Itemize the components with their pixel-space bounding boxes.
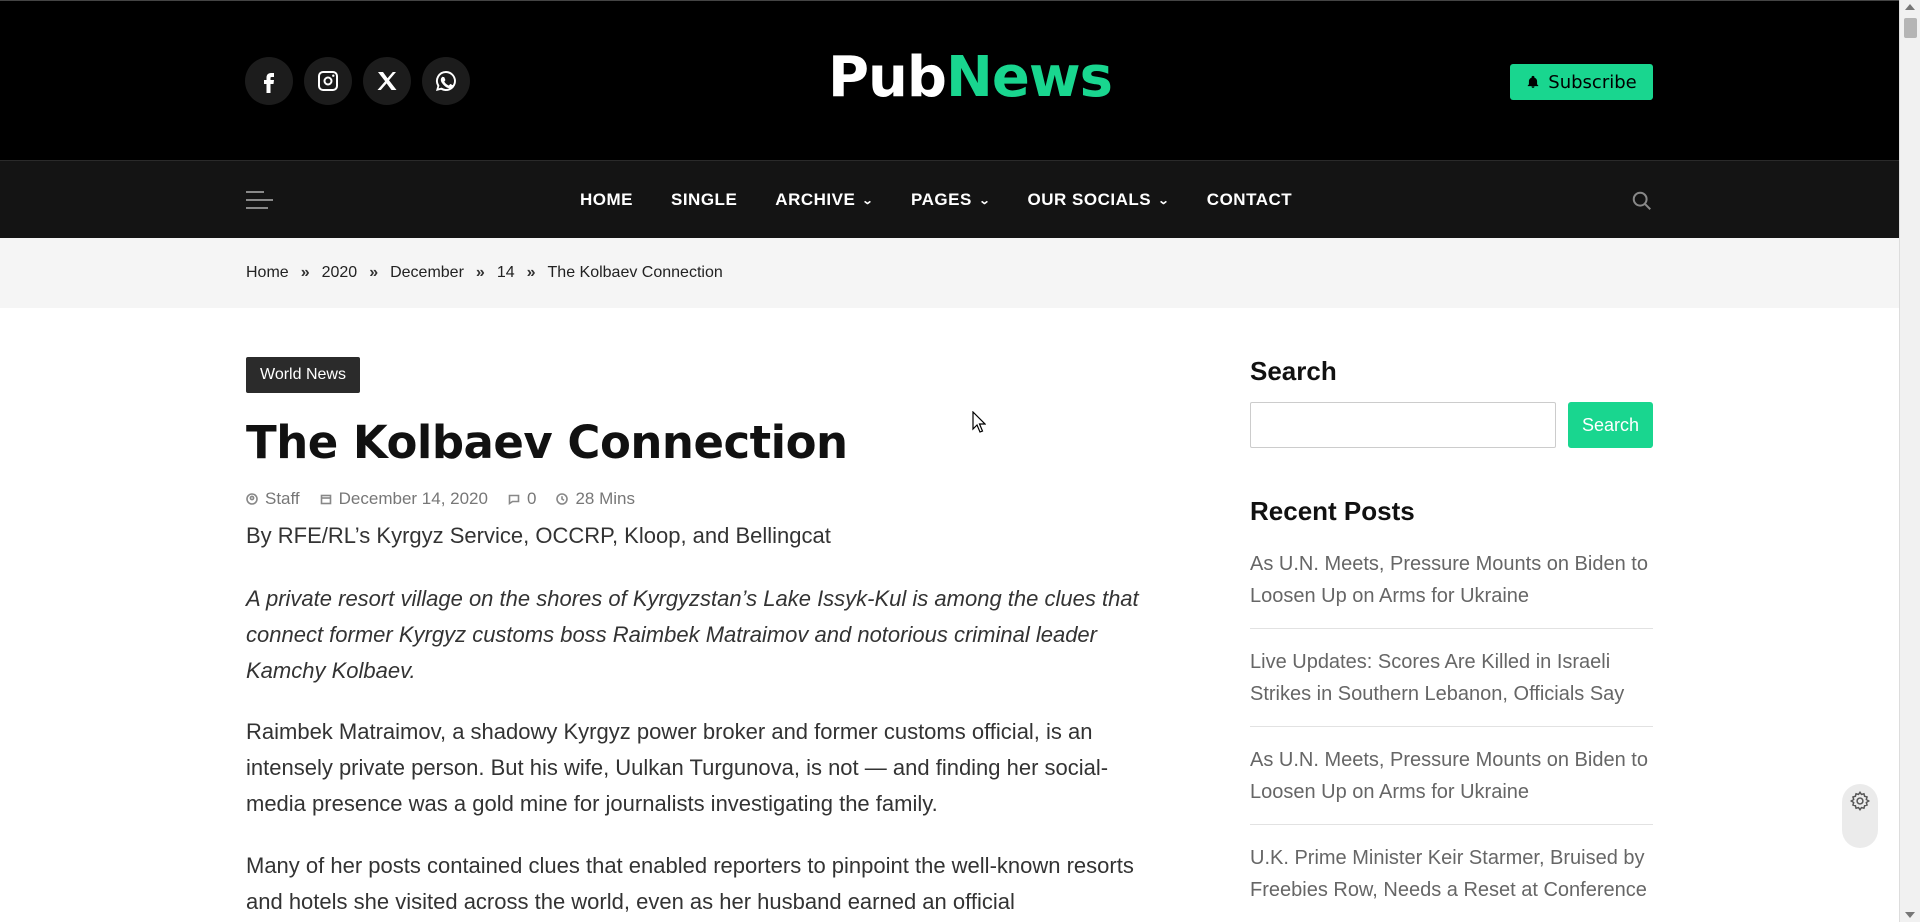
- scroll-down-arrow-icon[interactable]: [1905, 912, 1915, 918]
- instagram-icon[interactable]: [304, 57, 352, 105]
- article-lead: A private resort village on the shores o…: [246, 586, 1139, 683]
- chevron-down-icon: ⌄: [861, 194, 875, 207]
- nav-item-label: OUR SOCIALS: [1027, 190, 1152, 209]
- double-chevron-right-icon: »: [475, 264, 485, 281]
- breadcrumb-link-year[interactable]: 2020: [322, 264, 358, 282]
- recent-post-link[interactable]: As U.N. Meets, Pressure Mounts on Biden …: [1250, 744, 1653, 825]
- whatsapp-icon[interactable]: [422, 57, 470, 105]
- scroll-up-arrow-icon[interactable]: [1905, 4, 1915, 10]
- nav-item-archive[interactable]: ARCHIVE ⌄: [775, 190, 875, 210]
- nav-item-label: ARCHIVE: [775, 190, 856, 209]
- mouse-cursor-icon: [972, 411, 986, 433]
- article-title: The Kolbaev Connection: [246, 416, 848, 469]
- double-chevron-right-icon: »: [369, 264, 379, 281]
- breadcrumb-link-home[interactable]: Home: [246, 264, 289, 282]
- chevron-down-icon: ⌄: [1157, 194, 1171, 207]
- main-navigation: HOME SINGLE ARCHIVE ⌄ PAGES ⌄ OUR SOCIALS ⌄…: [0, 160, 1899, 238]
- breadcrumb-link-day[interactable]: 14: [497, 264, 515, 282]
- breadcrumb: Home » 2020 » December » 14 » The Kolbae…: [0, 238, 1899, 308]
- article-byline: By RFE/RL’s Kyrgyz Service, OCCRP, Kloop…: [246, 523, 831, 548]
- read-time: 28 Mins: [575, 489, 635, 508]
- facebook-icon[interactable]: [245, 57, 293, 105]
- logo-text-pub: Pub: [828, 45, 947, 110]
- nav-menu: HOME SINGLE ARCHIVE ⌄ PAGES ⌄ OUR SOCIALS ⌄…: [580, 161, 1292, 239]
- subscribe-label: Subscribe: [1548, 71, 1637, 93]
- recent-post-link[interactable]: Live Updates: Scores Are Killed in Israe…: [1250, 646, 1653, 727]
- recent-post-link[interactable]: As U.N. Meets, Pressure Mounts on Biden …: [1250, 548, 1653, 629]
- double-chevron-right-icon: »: [526, 264, 536, 281]
- x-icon[interactable]: [363, 57, 411, 105]
- nav-item-contact[interactable]: CONTACT: [1207, 190, 1292, 210]
- nav-item-label: HOME: [580, 190, 633, 209]
- social-links: [245, 57, 470, 105]
- search-icon[interactable]: [1631, 190, 1653, 212]
- sidebar-search-input[interactable]: [1250, 402, 1556, 448]
- nav-item-home[interactable]: HOME: [580, 190, 633, 210]
- gear-icon: [1849, 791, 1871, 811]
- recent-posts-heading: Recent Posts: [1250, 496, 1415, 526]
- nav-item-pages[interactable]: PAGES ⌄: [911, 190, 991, 210]
- site-header: PubNews Subscribe: [0, 0, 1899, 160]
- user-icon: [246, 493, 258, 505]
- subscribe-button[interactable]: Subscribe: [1510, 64, 1653, 100]
- meta-comments[interactable]: 0: [508, 489, 536, 509]
- article-paragraph: Raimbek Matraimov, a shadowy Kyrgyz powe…: [246, 719, 1109, 816]
- nav-item-label: SINGLE: [671, 190, 738, 209]
- recent-posts-list: As U.N. Meets, Pressure Mounts on Biden …: [1250, 548, 1653, 922]
- sidebar-search-button[interactable]: Search: [1568, 402, 1653, 448]
- page-scrollbar[interactable]: [1899, 0, 1920, 922]
- logo-text-news: News: [946, 45, 1113, 110]
- post-date: December 14, 2020: [338, 489, 488, 508]
- meta-date[interactable]: December 14, 2020: [320, 489, 488, 509]
- article-paragraph: Many of her posts contained clues that e…: [246, 853, 1134, 914]
- settings-toggle[interactable]: [1842, 784, 1878, 848]
- comment-icon: [508, 494, 520, 505]
- site-logo[interactable]: PubNews: [828, 45, 1113, 110]
- category-badge[interactable]: World News: [246, 357, 360, 393]
- meta-author[interactable]: Staff: [246, 489, 300, 509]
- nav-item-our-socials[interactable]: OUR SOCIALS ⌄: [1027, 190, 1171, 210]
- clock-icon: [556, 493, 569, 505]
- nav-item-label: PAGES: [911, 190, 972, 209]
- hamburger-menu-icon[interactable]: [246, 191, 273, 211]
- sidebar-search-heading: Search: [1250, 356, 1337, 386]
- scrollbar-thumb[interactable]: [1904, 18, 1917, 38]
- nav-item-label: CONTACT: [1206, 190, 1293, 209]
- author-name: Staff: [265, 489, 300, 508]
- comment-count: 0: [526, 489, 537, 508]
- bell-icon: [1528, 75, 1539, 88]
- calendar-icon: [320, 494, 331, 505]
- recent-post-link[interactable]: U.K. Prime Minister Keir Starmer, Bruise…: [1250, 842, 1653, 922]
- breadcrumb-current: The Kolbaev Connection: [547, 264, 723, 281]
- meta-read-time: 28 Mins: [556, 489, 635, 509]
- nav-item-single[interactable]: SINGLE: [671, 190, 737, 210]
- article-meta: Staff December 14, 2020 0 28 Mins: [246, 489, 635, 509]
- chevron-down-icon: ⌄: [978, 194, 991, 207]
- double-chevron-right-icon: »: [300, 264, 310, 281]
- breadcrumb-link-month[interactable]: December: [390, 264, 464, 282]
